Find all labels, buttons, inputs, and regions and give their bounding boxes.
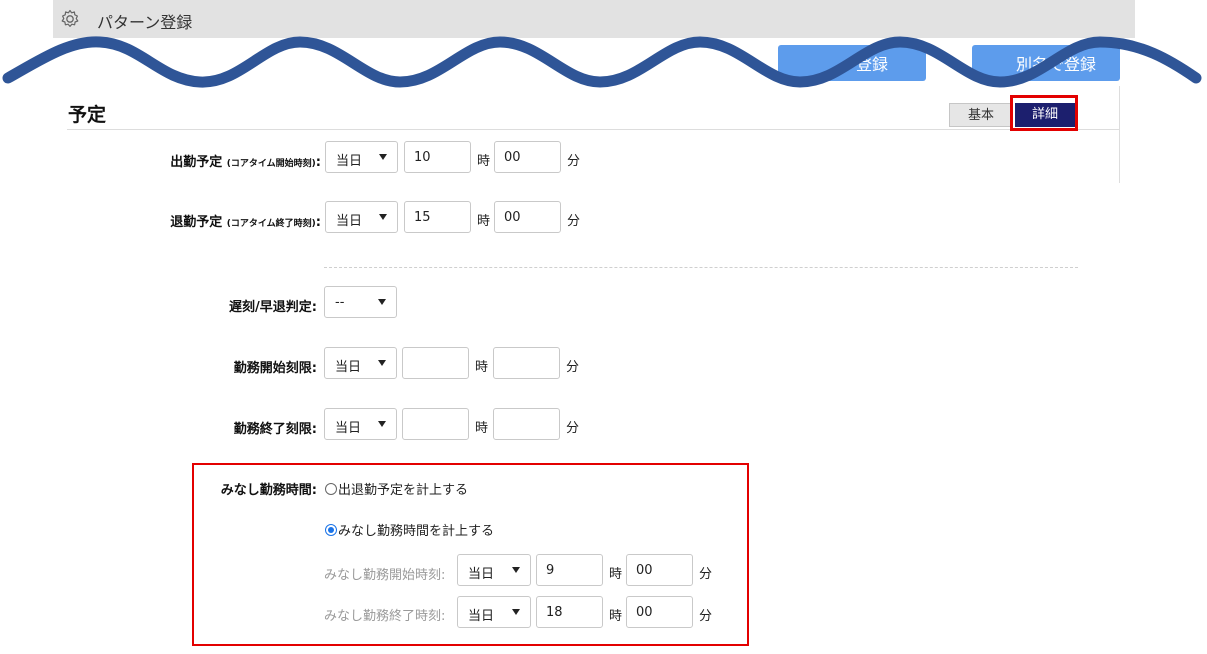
chevron-down-icon [512,609,520,615]
work-start-limit-hour-input[interactable] [402,347,469,379]
deemed-end-hour-input[interactable]: 18 [536,596,603,628]
chevron-down-icon [378,299,386,305]
section-divider [67,129,1120,130]
panel-border [1119,86,1120,183]
page-title: パターン登録 [97,13,193,32]
end-plan-hour-input[interactable]: 15 [404,201,471,233]
end-plan-label: 退勤予定 (コアタイム終了時刻): [170,215,321,230]
radio-count-planned[interactable]: 出退勤予定を計上する [325,479,468,498]
divider [324,267,1078,268]
chevron-down-icon [379,154,387,160]
work-end-limit-label: 勤務終了刻限: [233,422,317,437]
chevron-down-icon [378,360,386,366]
hour-unit: 時 [609,609,623,624]
minute-unit: 分 [567,154,581,169]
deemed-end-label: みなし勤務終了時刻: [324,609,446,624]
radio-on-icon[interactable] [325,524,337,536]
deemed-hours-label: みなし勤務時間: [220,483,317,498]
hour-unit: 時 [477,214,491,229]
register-button[interactable]: 登録 [778,45,926,81]
minute-unit: 分 [567,214,581,229]
start-plan-minute-input[interactable]: 00 [494,141,561,173]
end-plan-day-select[interactable]: 当日 [325,201,398,233]
work-end-limit-hour-input[interactable] [402,408,469,440]
chevron-down-icon [512,567,520,573]
hour-unit: 時 [475,421,489,436]
work-end-limit-day-select[interactable]: 当日 [324,408,397,440]
late-judge-select[interactable]: -- [324,286,397,318]
deemed-end-day-select[interactable]: 当日 [457,596,531,628]
minute-unit: 分 [566,360,580,375]
work-end-limit-minute-input[interactable] [493,408,560,440]
hour-unit: 時 [475,360,489,375]
start-plan-hour-input[interactable]: 10 [404,141,471,173]
detail-tab-highlight [1010,95,1078,131]
minute-unit: 分 [699,609,713,624]
tab-basic[interactable]: 基本 [949,103,1013,127]
deemed-end-minute-input[interactable]: 00 [626,596,693,628]
late-judge-label: 遅刻/早退判定: [229,300,317,315]
chevron-down-icon [379,214,387,220]
work-start-limit-label: 勤務開始刻限: [233,361,317,376]
deemed-start-day-select[interactable]: 当日 [457,554,531,586]
hour-unit: 時 [609,567,623,582]
work-start-limit-minute-input[interactable] [493,347,560,379]
deemed-start-hour-input[interactable]: 9 [536,554,603,586]
title-bar: パターン登録 [53,0,1135,38]
start-plan-day-select[interactable]: 当日 [325,141,398,173]
radio-count-deemed[interactable]: みなし勤務時間を計上する [325,520,494,539]
gear-icon [61,9,79,27]
section-title: 予定 [68,104,107,126]
alt-register-button[interactable]: 別名で登録 [972,45,1120,81]
work-start-limit-day-select[interactable]: 当日 [324,347,397,379]
minute-unit: 分 [566,421,580,436]
end-plan-minute-input[interactable]: 00 [494,201,561,233]
deemed-start-label: みなし勤務開始時刻: [324,568,446,583]
deemed-start-minute-input[interactable]: 00 [626,554,693,586]
hour-unit: 時 [477,154,491,169]
chevron-down-icon [378,421,386,427]
start-plan-label: 出勤予定 (コアタイム開始時刻): [170,155,321,170]
radio-off-icon[interactable] [325,483,337,495]
minute-unit: 分 [699,567,713,582]
